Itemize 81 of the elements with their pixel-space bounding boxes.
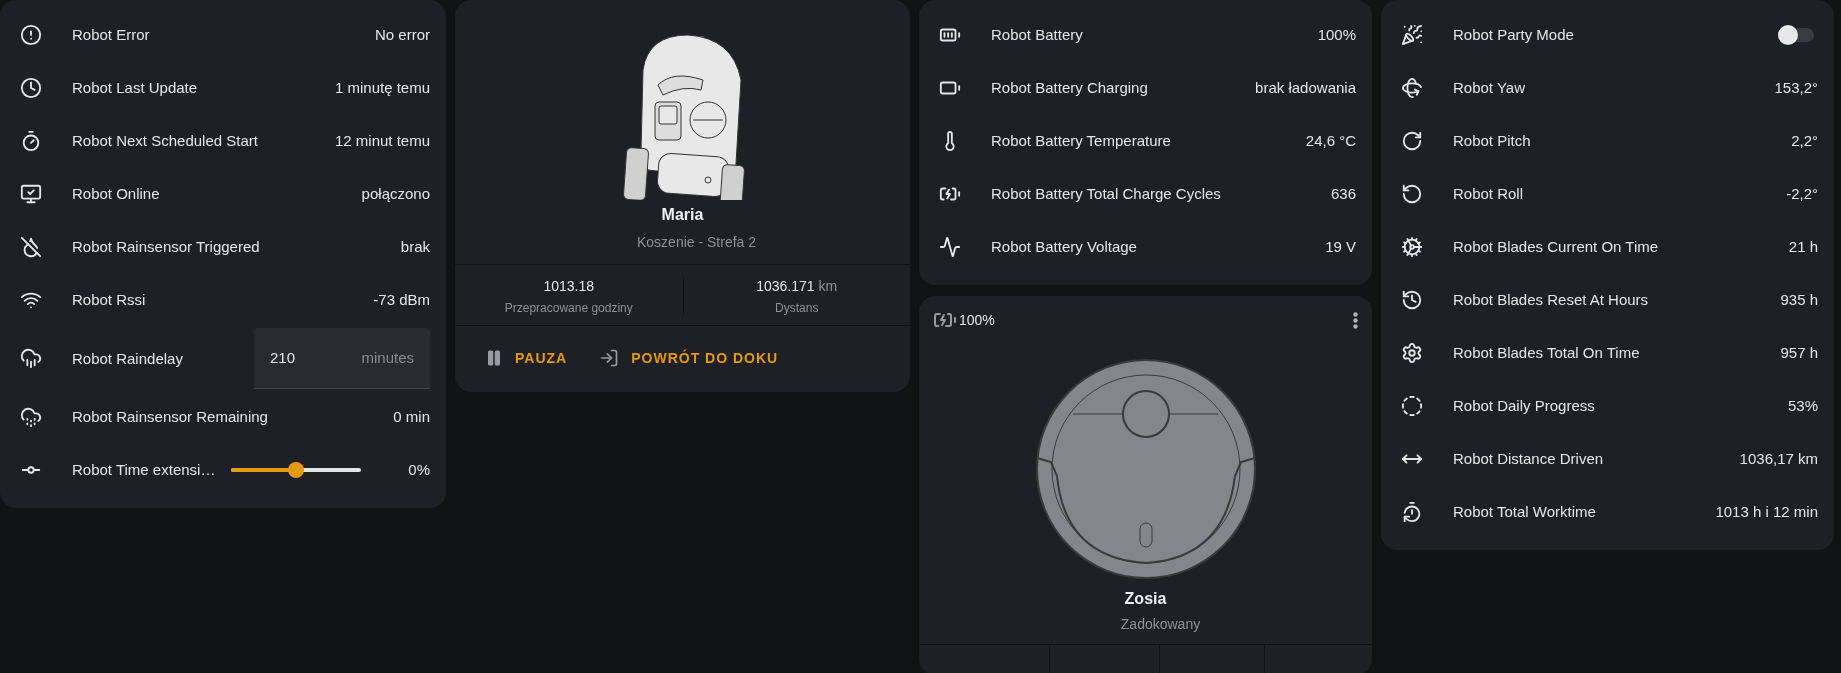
- entity-value: 1036,17 km: [1739, 450, 1818, 467]
- entity-value: 0%: [408, 461, 430, 478]
- dock-button[interactable]: POWRÓT DO DOKU: [593, 348, 785, 368]
- entity-label: Robot Rainsensor Remaining: [72, 408, 269, 425]
- clock-refresh-icon: [1401, 500, 1423, 523]
- entity-label: Robot Error: [72, 26, 151, 43]
- entity-value: 100%: [1317, 26, 1356, 43]
- entity-label: Robot Party Mode: [1453, 26, 1575, 43]
- cog-icon: [1401, 341, 1423, 364]
- entity-value: połączono: [361, 185, 430, 202]
- cloud-rain-icon: [20, 347, 42, 369]
- entity-label: Robot Raindelay: [72, 349, 184, 367]
- entity-label: Robot Rssi: [72, 291, 147, 308]
- vacuum-status: Zadokowany: [1120, 616, 1201, 632]
- cloud-drizzle-icon: [20, 405, 42, 428]
- pause-button[interactable]: PAUZA: [479, 348, 574, 368]
- rotation-icon: [1401, 129, 1423, 152]
- entity-value: No error: [375, 26, 430, 43]
- entity-label: Robot Rainsensor Triggered: [72, 238, 261, 255]
- entity-label: Robot Battery Temperature: [991, 132, 1172, 149]
- entity-label: Robot Battery Total Charge Cycles: [991, 185, 1222, 202]
- entity-value: 153,2°: [1774, 79, 1818, 96]
- mower-status: Koszenie - Strefa 2: [636, 234, 757, 250]
- entity-label: Robot Blades Current On Time: [1453, 238, 1660, 255]
- entity-value: brak ładowania: [1255, 79, 1356, 96]
- more-icon: [1353, 311, 1358, 329]
- entity-value: 12 minut temu: [334, 132, 430, 149]
- entity-value: -2,2°: [1786, 185, 1818, 202]
- mower-name: Maria: [661, 206, 704, 224]
- entity-label: Robot Yaw: [1453, 79, 1526, 96]
- stat-value: 1013.18: [543, 278, 595, 294]
- entity-label: Robot Blades Reset At Hours: [1453, 291, 1650, 308]
- rotation-icon: [1401, 182, 1423, 205]
- entity-label: Robot Battery: [991, 26, 1084, 43]
- cog-icon: [1401, 235, 1423, 258]
- entity-label: Robot Total Worktime: [1453, 503, 1597, 520]
- wave-icon: [939, 235, 961, 258]
- entity-label: Robot Daily Progress: [1453, 397, 1596, 414]
- entity-value: 24,6 °C: [1305, 132, 1356, 149]
- entity-value: 2,2°: [1791, 132, 1818, 149]
- entity-value: brak: [400, 238, 430, 255]
- entity-value: 0 min: [393, 408, 430, 425]
- party-popper-icon: [1401, 23, 1423, 46]
- stat-label: Dystans: [775, 301, 819, 315]
- entity-value: 19 V: [1325, 238, 1356, 255]
- entity-value: 935 h: [1780, 291, 1818, 308]
- entity-label: Robot Battery Charging: [991, 79, 1149, 96]
- alert-icon: [20, 23, 42, 46]
- rotation-icon: [1401, 76, 1423, 99]
- history-icon: [1401, 288, 1423, 311]
- pause-icon: [485, 349, 503, 367]
- menu-button[interactable]: [1353, 311, 1358, 329]
- entity-value: 21 h: [1788, 238, 1818, 255]
- entity-label: Robot Blades Total On Time: [1453, 344, 1641, 361]
- clock-icon: [20, 76, 42, 99]
- battery-level: 100%: [959, 312, 995, 328]
- toggle-switch[interactable]: [1778, 24, 1814, 45]
- entity-label: Robot Last Update: [72, 79, 199, 96]
- dock-icon: [599, 348, 620, 368]
- entity-label: Robot Time extensi…: [72, 461, 216, 478]
- stat-label: Przepracowane godziny: [504, 301, 633, 315]
- entity-label: Robot Online: [72, 185, 161, 202]
- entity-value: 53%: [1787, 397, 1818, 414]
- slider-thumb[interactable]: [288, 461, 305, 478]
- droplet-off-icon: [20, 235, 42, 258]
- entity-label: Robot Distance Driven: [1453, 450, 1605, 467]
- monitor-check-icon: [20, 182, 42, 205]
- entity-value: -73 dBm: [373, 291, 430, 308]
- entity-label: Robot Roll: [1453, 185, 1525, 202]
- vacuum-name: Zosia: [1124, 590, 1167, 608]
- timer-icon: [20, 129, 42, 152]
- entity-value: 636: [1330, 185, 1356, 202]
- entity-label: Robot Pitch: [1453, 132, 1532, 149]
- entity-label: Robot Battery Voltage: [991, 238, 1138, 255]
- entity-value: 957 h: [1780, 344, 1818, 361]
- entity-value: 1 minutę temu: [334, 79, 430, 96]
- stat-unit: km: [818, 278, 838, 294]
- entity-value: 1013 h i 12 min: [1715, 503, 1818, 520]
- stat-value: 1036.171: [756, 278, 815, 294]
- unit-label: minutes: [361, 348, 414, 366]
- entity-label: Robot Next Scheduled Start: [72, 132, 259, 149]
